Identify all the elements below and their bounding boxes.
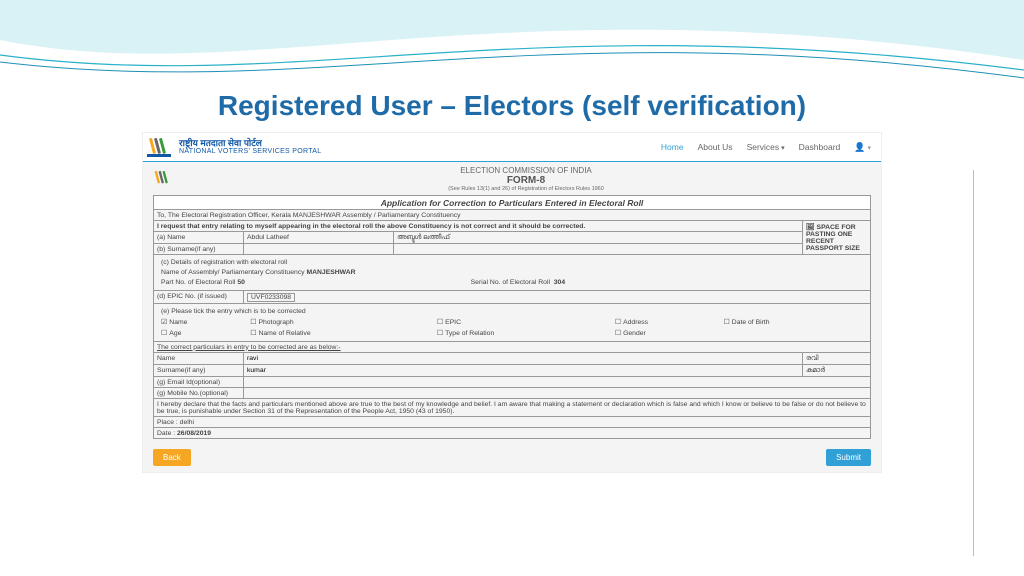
surname-value [244, 244, 394, 255]
correct-heading: The correct particulars in entry to be c… [154, 342, 871, 353]
corr-name-label: Name [154, 353, 244, 365]
form-8-table: Application for Correction to Particular… [153, 195, 871, 439]
nav-about[interactable]: About Us [698, 142, 733, 152]
photo-placeholder: 🖼 SPACE FOR PASTING ONE RECENT PASSPORT … [803, 221, 871, 255]
checkbox-epic[interactable] [437, 319, 445, 326]
section-e: (e) Please tick the entry which is to be… [154, 304, 871, 342]
back-button[interactable]: Back [153, 449, 191, 466]
nav-services[interactable]: Services [747, 142, 785, 152]
corr-surname-input[interactable] [247, 367, 799, 374]
user-menu-icon[interactable]: 👤 [854, 142, 871, 153]
commission-name: ELECTION COMMISSION OF INDIA [181, 166, 871, 175]
mobile-input[interactable] [247, 390, 867, 397]
logo-hindi: राष्ट्रीय मतदाता सेवा पोर्टल [179, 139, 321, 148]
form-header-icon [153, 168, 175, 188]
nav-home[interactable]: Home [661, 142, 684, 152]
epic-value: UVF0233098 [244, 291, 871, 304]
email-label: (g) Email Id(optional) [154, 377, 244, 388]
corr-surname-native: കുമാർ [803, 365, 871, 377]
main-nav: Home About Us Services Dashboard 👤 [661, 142, 871, 153]
checkbox-address[interactable] [615, 319, 623, 326]
surname-label: (b) Surname(if any) [154, 244, 244, 255]
email-input[interactable] [247, 379, 867, 386]
request-statement: I request that entry relating to myself … [154, 221, 803, 232]
portal-screenshot: राष्ट्रीय मतदाता सेवा पोर्टल NATIONAL VO… [142, 132, 882, 473]
checkbox-dob[interactable] [724, 319, 732, 326]
mobile-label: (g) Mobile No.(optional) [154, 388, 244, 399]
epic-label: (d) EPIC No. (if issued) [154, 291, 244, 304]
checkbox-reltype[interactable] [437, 330, 445, 337]
section-c: (c) Details of registration with elector… [154, 255, 871, 291]
page-title: Registered User – Electors (self verific… [0, 90, 1024, 122]
name-label: (a) Name [154, 232, 244, 244]
to-officer-line: To, The Electoral Registration Officer, … [154, 210, 871, 221]
place-row: Place : delhi [154, 417, 871, 428]
form-8-container: ELECTION COMMISSION OF INDIA FORM-8 (See… [143, 161, 881, 445]
name-native: അബ്ദുൾ ലത്തീഫ് [394, 232, 803, 244]
logo-english: NATIONAL VOTERS' SERVICES PORTAL [179, 148, 321, 155]
rules-reference: (See Rules 13(1) and 26) of Registration… [181, 186, 871, 192]
corr-surname-label: Surname(if any) [154, 365, 244, 377]
declaration-text: I hereby declare that the facts and part… [154, 399, 871, 417]
corr-name-native: രവി [803, 353, 871, 365]
application-title: Application for Correction to Particular… [154, 196, 871, 210]
form-buttons-row: Back Submit [143, 445, 881, 472]
nvsp-logo: राष्ट्रीय मतदाता सेवा पोर्टल NATIONAL VO… [147, 136, 321, 158]
corr-name-input[interactable] [247, 355, 799, 362]
surname-native [394, 244, 803, 255]
form-number: FORM-8 [181, 175, 871, 186]
nav-dashboard[interactable]: Dashboard [799, 142, 841, 152]
date-row: Date : 26/08/2019 [154, 428, 871, 439]
logo-icon [147, 136, 175, 158]
name-value: Abdul Latheef [244, 232, 394, 244]
checkbox-gender[interactable] [615, 330, 623, 337]
submit-button[interactable]: Submit [826, 449, 871, 466]
portal-header: राष्ट्रीय मतदाता सेवा पोर्टल NATIONAL VO… [143, 133, 881, 161]
